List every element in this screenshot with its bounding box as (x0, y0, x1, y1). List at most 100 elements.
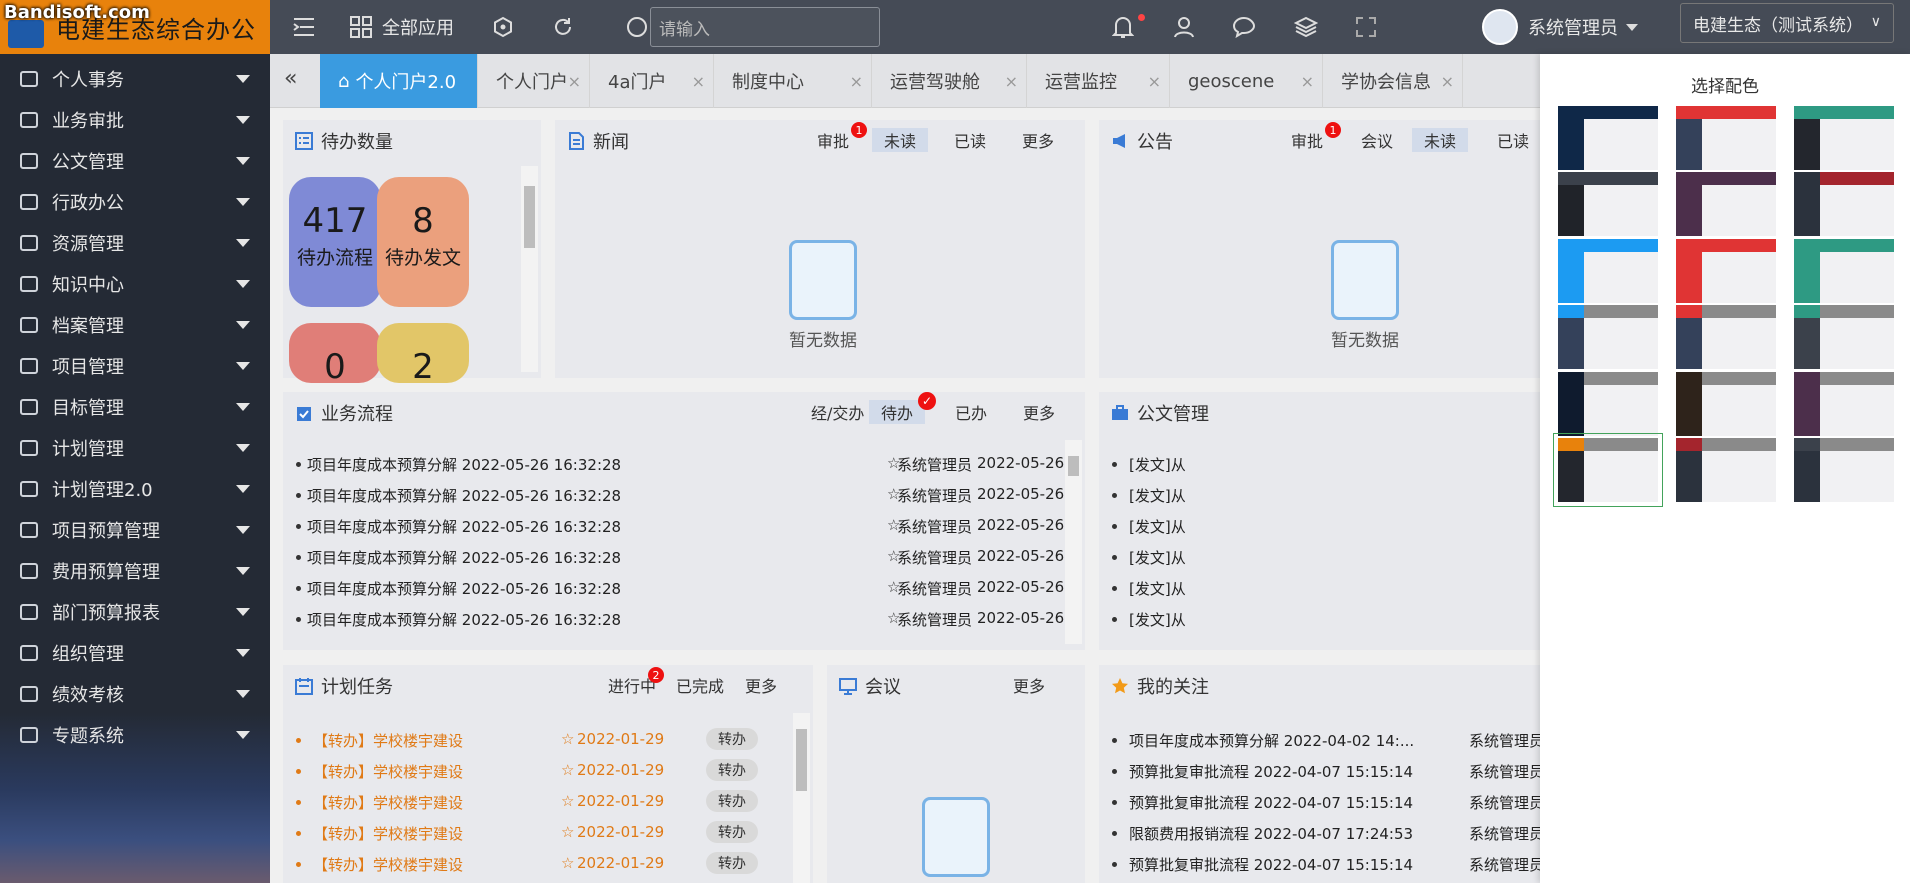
search-icon[interactable] (626, 0, 648, 54)
flow-row-title[interactable]: 项目年度成本预算分解 2022-05-26 16:32:28 (295, 454, 621, 475)
tab-item[interactable]: 制度中心 × (714, 54, 872, 108)
close-icon[interactable]: × (568, 72, 581, 91)
theme-swatch[interactable] (1794, 372, 1894, 436)
menu-toggle-icon[interactable] (292, 0, 316, 54)
theme-swatch[interactable] (1676, 438, 1776, 502)
follow-row-title[interactable]: 预算批复审批流程 2022-04-07 15:15:14 (1129, 854, 1413, 875)
star-outline-icon[interactable]: ☆ (561, 854, 574, 872)
theme-swatch[interactable] (1794, 438, 1894, 502)
task-row-title[interactable]: 【转办】学校楼宇建设 (313, 761, 463, 782)
task-row-title[interactable]: 【转办】学校楼宇建设 (313, 823, 463, 844)
flow-row-title[interactable]: 项目年度成本预算分解 2022-05-26 16:32:28 (295, 516, 621, 537)
docs-row[interactable]: [发文]从 (1129, 516, 1186, 537)
theme-swatch[interactable] (1558, 106, 1658, 170)
theme-swatch[interactable] (1558, 438, 1658, 502)
theme-swatch[interactable] (1794, 305, 1894, 369)
close-icon[interactable]: × (850, 72, 863, 91)
docs-row[interactable]: [发文]从 (1129, 485, 1186, 506)
fullscreen-icon[interactable] (1356, 0, 1376, 54)
notice-tab-unread[interactable]: 未读 (1412, 128, 1469, 152)
tab-item[interactable]: 运营驾驶舱 × (872, 54, 1027, 108)
all-apps-button[interactable]: 全部应用 (350, 0, 454, 54)
theme-swatch[interactable] (1676, 239, 1776, 303)
flow-more-link[interactable]: 更多 (1023, 400, 1055, 424)
dashboard-icon[interactable] (492, 0, 514, 54)
flow-row-title[interactable]: 项目年度成本预算分解 2022-05-26 16:32:28 (295, 547, 621, 568)
refresh-icon[interactable] (552, 0, 574, 54)
docs-row[interactable]: [发文]从 (1129, 547, 1186, 568)
theme-swatch[interactable] (1794, 172, 1894, 236)
close-icon[interactable]: × (1005, 72, 1018, 91)
task-row-title[interactable]: 【转办】学校楼宇建设 (313, 854, 463, 875)
task-transfer-button[interactable]: 转办 (706, 852, 758, 874)
tasks-more-link[interactable]: 更多 (745, 673, 777, 697)
news-tab-read[interactable]: 已读 (954, 128, 986, 152)
flow-tab-todo[interactable]: 待办 (869, 400, 926, 424)
flow-row-title[interactable]: 项目年度成本预算分解 2022-05-26 16:32:28 (295, 609, 621, 630)
tab-item[interactable]: 4a门户 × (590, 54, 714, 108)
user-menu[interactable]: 系统管理员 (1482, 0, 1638, 54)
star-outline-icon[interactable]: ☆ (561, 792, 574, 810)
flow-row-title[interactable]: 项目年度成本预算分解 2022-05-26 16:32:28 (295, 578, 621, 599)
flow-tab-assigned[interactable]: 经/交办 (811, 400, 864, 424)
news-more-link[interactable]: 更多 (1022, 128, 1054, 152)
follow-row-title[interactable]: 预算批复审批流程 2022-04-07 15:15:14 (1129, 792, 1413, 813)
notice-tab-meeting[interactable]: 会议 (1361, 128, 1393, 152)
theme-swatch[interactable] (1558, 172, 1658, 236)
docs-row[interactable]: [发文]从 (1129, 454, 1186, 475)
news-tab-unread[interactable]: 未读 (872, 128, 929, 152)
contacts-icon[interactable] (1173, 0, 1195, 54)
star-outline-icon[interactable]: ☆ (561, 823, 574, 841)
flow-scrollbar[interactable] (1065, 440, 1082, 644)
tasks-tab-completed[interactable]: 已完成 (676, 673, 724, 697)
pending-scrollbar[interactable] (521, 166, 538, 372)
star-outline-icon[interactable]: ☆ (561, 730, 574, 748)
theme-swatch[interactable] (1558, 239, 1658, 303)
docs-row[interactable]: [发文]从 (1129, 578, 1186, 599)
news-tab-approval[interactable]: 审批 (817, 128, 849, 152)
pending-tile[interactable]: 8 待办发文 (377, 177, 469, 307)
theme-swatch[interactable] (1558, 372, 1658, 436)
docs-row[interactable]: [发文]从 (1129, 609, 1186, 630)
task-transfer-button[interactable]: 转办 (706, 759, 758, 781)
close-icon[interactable]: × (692, 72, 705, 91)
flow-tab-done[interactable]: 已办 (955, 400, 987, 424)
task-transfer-button[interactable]: 转办 (706, 821, 758, 843)
collapse-tabs-icon[interactable]: « (284, 66, 297, 91)
flow-row-title[interactable]: 项目年度成本预算分解 2022-05-26 16:32:28 (295, 485, 621, 506)
sidebar-item[interactable]: 专题系统 (0, 710, 270, 760)
theme-swatch[interactable] (1676, 305, 1776, 369)
search-input[interactable]: 请输入 (650, 7, 880, 47)
follow-row-title[interactable]: 项目年度成本预算分解 2022-04-02 14:... (1129, 730, 1414, 751)
tab-item[interactable]: ⌂ 个人门户2.0 (320, 54, 478, 108)
theme-swatch[interactable] (1676, 372, 1776, 436)
system-select[interactable]: 电建生态（测试系统） ∨ (1680, 3, 1894, 43)
theme-swatch[interactable] (1794, 106, 1894, 170)
notification-bell-icon[interactable] (1112, 0, 1134, 54)
meeting-more-link[interactable]: 更多 (1013, 673, 1045, 697)
close-icon[interactable]: × (1441, 72, 1454, 91)
tab-item[interactable]: 个人门户 × (478, 54, 590, 108)
task-transfer-button[interactable]: 转办 (706, 728, 758, 750)
close-icon[interactable]: × (1301, 72, 1314, 91)
tasks-scrollbar[interactable] (793, 713, 810, 883)
follow-row-title[interactable]: 限额费用报销流程 2022-04-07 17:24:53 (1129, 823, 1413, 844)
task-row-title[interactable]: 【转办】学校楼宇建设 (313, 792, 463, 813)
tab-item[interactable]: geoscene × (1170, 54, 1323, 108)
follow-row-title[interactable]: 预算批复审批流程 2022-04-07 15:15:14 (1129, 761, 1413, 782)
close-icon[interactable]: × (1148, 72, 1161, 91)
layers-icon[interactable] (1294, 0, 1318, 54)
star-outline-icon[interactable]: ☆ (561, 761, 574, 779)
task-transfer-button[interactable]: 转办 (706, 790, 758, 812)
pending-tile[interactable]: 417 待办流程 (289, 177, 381, 307)
pending-tile[interactable]: 0 (289, 323, 381, 383)
theme-swatch[interactable] (1558, 305, 1658, 369)
notice-tab-approval[interactable]: 审批 (1291, 128, 1323, 152)
notice-tab-read[interactable]: 已读 (1497, 128, 1529, 152)
theme-swatch[interactable] (1676, 106, 1776, 170)
pending-tile[interactable]: 2 (377, 323, 469, 383)
theme-swatch[interactable] (1794, 239, 1894, 303)
message-icon[interactable] (1232, 0, 1256, 54)
tab-item[interactable]: 学协会信息 × (1323, 54, 1463, 108)
theme-swatch[interactable] (1676, 172, 1776, 236)
